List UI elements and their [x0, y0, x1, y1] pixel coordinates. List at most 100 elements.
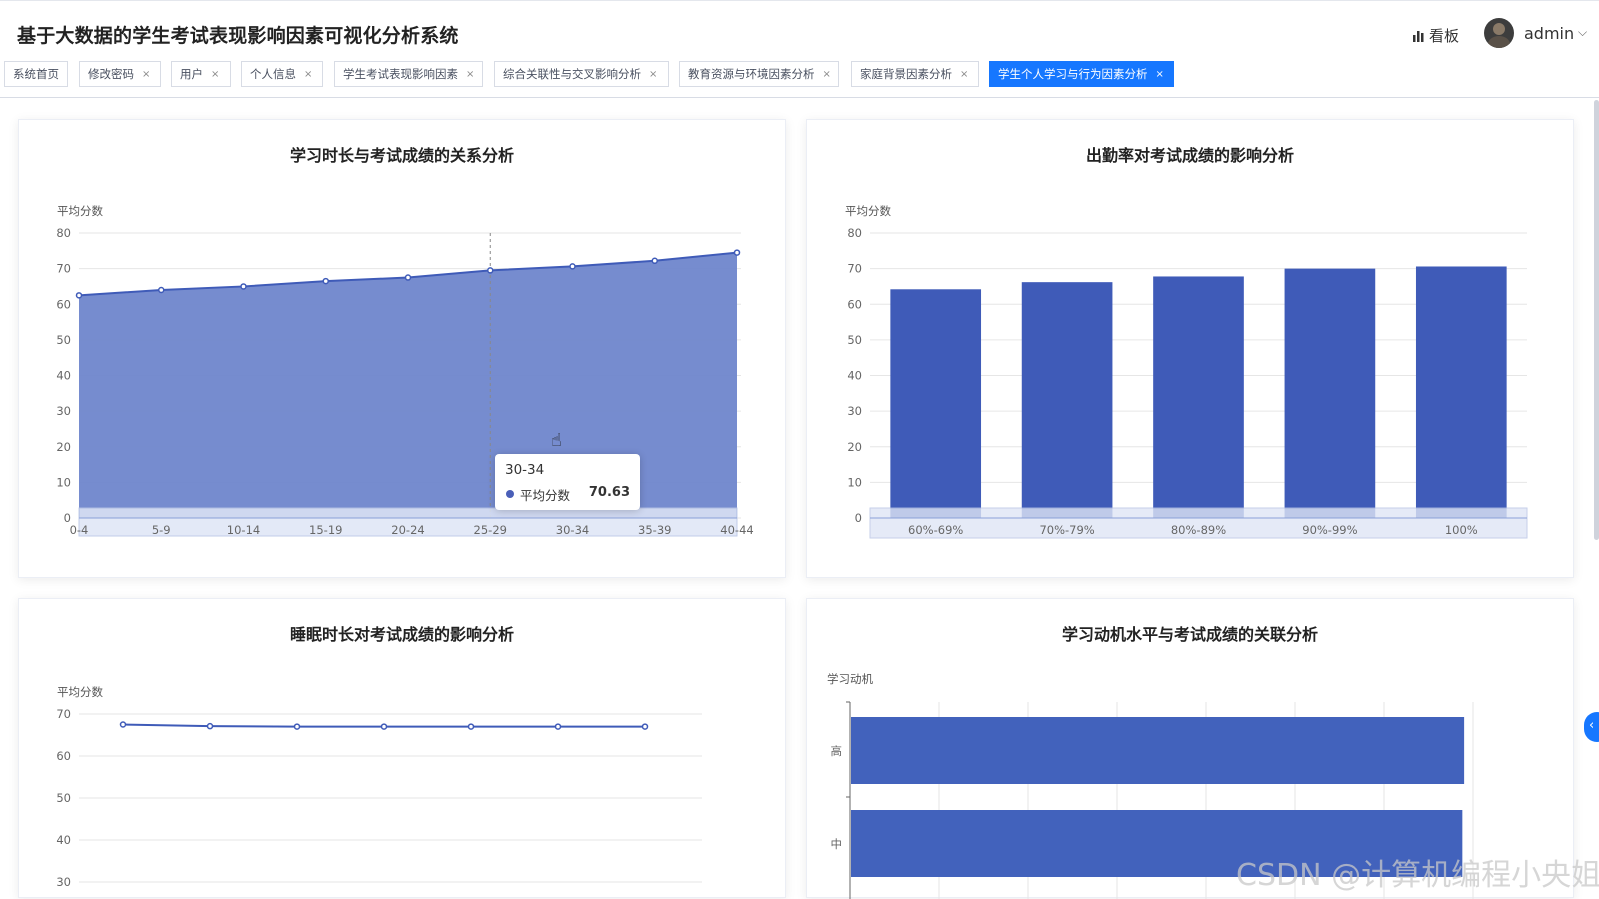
data-point	[569, 263, 576, 270]
tooltip-value: 70.63	[588, 485, 630, 500]
tab-label: 学生考试表现影响因素	[343, 67, 458, 81]
y-axis-label: 平均分数	[845, 204, 891, 218]
data-point	[206, 722, 214, 730]
data-point	[75, 292, 83, 299]
user-name[interactable]: admin	[1524, 24, 1574, 43]
bar	[851, 717, 1465, 784]
chart-card-study-hours: 学习时长与考试成绩的关系分析 0 10 20 30 40 50 60 70 80 平均分数 0-4 5…	[18, 119, 786, 578]
x-tick-label: 30-34	[556, 523, 589, 537]
close-icon[interactable]: ×	[960, 69, 968, 80]
tab-family-background[interactable]: 家庭背景因素分析 ×	[851, 61, 979, 87]
tab-correlation-analysis[interactable]: 综合关联性与交叉影响分析 ×	[494, 61, 669, 87]
close-icon[interactable]: ×	[142, 69, 150, 80]
data-point	[119, 721, 127, 728]
app-title: 基于大数据的学生考试表现影响因素可视化分析系统	[17, 25, 459, 47]
bar	[1284, 268, 1376, 518]
y-tick-label: 80	[56, 226, 71, 240]
y-axis-label: 平均分数	[57, 204, 103, 218]
x-tick-label: 70%-79%	[1039, 523, 1094, 537]
y-tick-label: 60	[847, 297, 862, 311]
y-tick-label: 70	[56, 262, 71, 276]
x-tick-label: 25-29	[474, 523, 507, 537]
data-point	[733, 249, 741, 256]
board-link[interactable]: 看板	[1412, 25, 1459, 46]
bar	[1415, 266, 1507, 518]
y-tick-label: 30	[56, 404, 71, 418]
series-dot	[506, 490, 514, 498]
y-tick-label: 20	[56, 440, 71, 454]
x-tick-label: 35-39	[638, 523, 671, 537]
y-tick-label: 70	[847, 262, 862, 276]
y-tick-label: 30	[847, 404, 862, 418]
tags-view: 系统首页 修改密码 × 用户 × 个人信息 × 学生考试表现影响因素 × 综合关联性与交…	[0, 60, 1599, 98]
y-tick-label: 10	[56, 475, 71, 489]
tab-personal-behavior[interactable]: 学生个人学习与行为因素分析 ×	[989, 61, 1174, 87]
data-point	[322, 277, 329, 285]
x-tick-label: 10-14	[227, 523, 260, 537]
y-tick-label: 50	[56, 333, 71, 347]
y-tick-label: 中	[831, 837, 843, 851]
close-icon[interactable]: ×	[823, 69, 831, 80]
y-tick-label: 20	[847, 440, 862, 454]
data-point	[293, 723, 301, 730]
x-tick-label: 80%-89%	[1171, 523, 1226, 537]
close-icon[interactable]: ×	[466, 69, 474, 80]
chevron-down-icon[interactable]: ⌵	[1578, 25, 1587, 40]
scrollbar[interactable]	[1594, 100, 1599, 540]
x-tick-label: 15-19	[309, 523, 342, 537]
attendance-chart[interactable]: 0 10 20 30 40 50 60 70 80 平均分数 60%-69% 70%-79% 80%-8…	[807, 120, 1575, 579]
close-icon[interactable]: ×	[211, 69, 219, 80]
tab-label: 家庭背景因素分析	[860, 67, 952, 81]
watermark: CSDN @计算机编程小央姐	[1236, 858, 1599, 893]
y-tick-label: 40	[847, 369, 862, 383]
tab-home[interactable]: 系统首页	[4, 61, 68, 87]
data-point	[651, 257, 658, 265]
side-panel-toggle[interactable]: ‹	[1584, 712, 1599, 742]
y-axis-label: 学习动机	[827, 672, 873, 686]
tab-label: 个人信息	[250, 67, 296, 81]
chevron-left-icon: ‹	[1589, 718, 1595, 733]
bar	[890, 289, 982, 518]
y-tick-label: 30	[56, 875, 71, 889]
data-point	[380, 723, 388, 730]
sleep-chart[interactable]: 30 40 50 60 70 平均分数	[19, 599, 787, 899]
x-tick-label: 60%-69%	[908, 523, 963, 537]
chart-card-attendance: 出勤率对考试成绩的影响分析 0 10 20 30 40 50 60 70 80 平均分数 60%-6…	[806, 119, 1574, 578]
tab-label: 综合关联性与交叉影响分析	[503, 67, 641, 81]
tooltip-category: 30-34	[505, 462, 545, 478]
board-label: 看板	[1429, 27, 1460, 45]
y-tick-label: 70	[56, 707, 71, 721]
y-tick-label: 40	[56, 833, 71, 847]
tab-user[interactable]: 用户 ×	[171, 61, 231, 87]
tab-education-resources[interactable]: 教育资源与环境因素分析 ×	[679, 61, 839, 87]
bar	[1153, 276, 1244, 518]
chart-card-sleep: 睡眠时长对考试成绩的影响分析 30 40 50 60 70 平均分数	[18, 598, 786, 898]
hand-cursor-icon: ☝	[551, 430, 562, 451]
tab-label: 修改密码	[88, 67, 134, 81]
tab-label: 系统首页	[13, 67, 59, 81]
y-tick-label: 0	[855, 511, 862, 525]
bar	[1021, 282, 1113, 518]
tab-exam-factors[interactable]: 学生考试表现影响因素 ×	[334, 61, 483, 87]
x-tick-label: 5-9	[152, 523, 171, 537]
close-icon[interactable]: ×	[304, 69, 312, 80]
data-point	[641, 723, 649, 730]
top-bar: 基于大数据的学生考试表现影响因素可视化分析系统 看板 admin ⌵	[0, 0, 1599, 60]
tooltip-series: 平均分数	[520, 488, 571, 503]
tab-change-password[interactable]: 修改密码 ×	[79, 61, 161, 87]
y-tick-label: 高	[831, 744, 843, 758]
data-point	[487, 267, 494, 274]
data-point	[240, 283, 247, 290]
x-tick-label: 90%-99%	[1302, 523, 1357, 537]
study-hours-chart[interactable]: 01020304050607080平均分数0-4 5-9 10-14 15-19 20-…	[19, 120, 787, 579]
avatar[interactable]	[1484, 18, 1514, 48]
tab-label: 学生个人学习与行为因素分析	[998, 67, 1148, 81]
y-tick-label: 60	[56, 749, 71, 763]
tab-profile[interactable]: 个人信息 ×	[241, 61, 323, 87]
x-tick-label: 20-24	[391, 523, 424, 537]
chart-tooltip: 30-34 平均分数 70.63	[495, 454, 640, 510]
close-icon[interactable]: ×	[1156, 69, 1164, 80]
y-tick-label: 40	[56, 369, 71, 383]
y-tick-label: 80	[847, 226, 862, 240]
close-icon[interactable]: ×	[649, 69, 657, 80]
